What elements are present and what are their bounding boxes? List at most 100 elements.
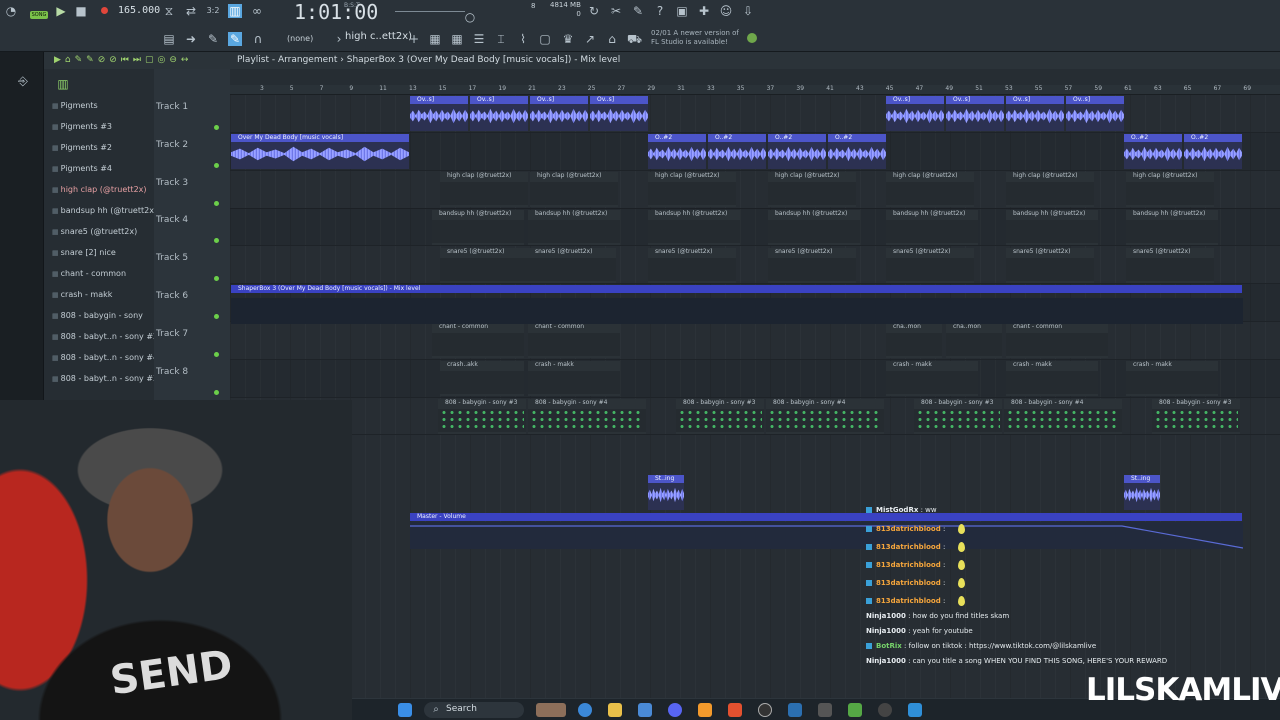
tools-icon[interactable]: ✂ [609, 4, 623, 18]
picker-mode-icon[interactable]: ▥ [56, 77, 70, 91]
news-icon[interactable] [747, 33, 757, 43]
playlist-clip[interactable]: high clap (@truett2x) [768, 172, 856, 207]
playlist-clip[interactable]: Ov..s] [470, 96, 528, 131]
track-name[interactable]: Track 1 [156, 102, 188, 112]
playlist-clip[interactable]: St..ing [648, 475, 684, 510]
track-mute-led[interactable] [214, 389, 219, 395]
playlist-clip[interactable]: snare5 (@truett2x) [440, 248, 528, 283]
playlist-clip[interactable]: chant - common [528, 323, 620, 358]
playlist-clip[interactable]: cha..mon [946, 323, 1002, 358]
folder-icon[interactable] [608, 703, 622, 717]
playlist-clip[interactable]: high clap (@truett2x) [1006, 172, 1094, 207]
playlist-clip[interactable]: chant - common [432, 323, 524, 358]
cart-icon[interactable]: ⛟ [627, 32, 642, 46]
playlist-clip[interactable]: high clap (@truett2x) [440, 172, 528, 207]
picker-item[interactable]: crash - makk [52, 290, 113, 299]
store-icon[interactable] [638, 703, 652, 717]
time-display[interactable]: 1:01:00 [294, 0, 378, 24]
picker-item[interactable]: chant - common [52, 269, 126, 278]
snap-selector[interactable]: (none) [287, 34, 313, 43]
tempo-display[interactable]: 165.000 [118, 5, 160, 16]
playlist-clip[interactable]: high clap (@truett2x) [886, 172, 974, 207]
help-icon[interactable]: ? [653, 4, 667, 18]
picker-item[interactable]: Pigments #4 [52, 164, 112, 173]
track-lane[interactable] [230, 171, 1280, 209]
track-name[interactable]: Track 8 [156, 367, 188, 377]
blend-notes-icon[interactable]: ▥ [228, 4, 242, 18]
track-mute-led[interactable] [214, 200, 219, 206]
picker-item[interactable]: 808 - babyt..n - sony #4 [52, 353, 159, 362]
playlist-clip[interactable]: O..#2 [768, 134, 826, 169]
picker-item[interactable]: Pigments #3 [52, 122, 112, 131]
news-panel[interactable]: 02/01 A newer version of FL Studio is av… [651, 29, 739, 47]
master-pitch-icon[interactable]: ○ [463, 10, 477, 24]
picker-item[interactable]: bandsup hh (@truett2x) [52, 206, 157, 215]
track-mute-led[interactable] [214, 351, 219, 357]
timeline-ruler[interactable]: 3 5 7 9 11 13 15 17 19 21 23 25 27 29 31 33 35 37 39 41 43 45… [230, 85, 1280, 95]
playlist-clip[interactable]: O..#2 [708, 134, 766, 169]
chrome-icon[interactable] [578, 703, 592, 717]
playlist-clip[interactable]: high clap (@truett2x) [1126, 172, 1214, 207]
steam-icon[interactable] [788, 703, 802, 717]
playlist-clip[interactable]: O..#2 [828, 134, 886, 169]
chat-icon[interactable]: ☺ [719, 4, 733, 18]
track-mute-led[interactable] [214, 276, 219, 282]
playlist-clip[interactable]: bandsup hh (@truett2x) [432, 210, 524, 245]
master-volume-slider[interactable] [395, 4, 465, 12]
track-mute-led[interactable] [214, 162, 219, 168]
track-name[interactable]: Track 7 [156, 329, 188, 339]
microphone-icon[interactable]: ✎ [631, 4, 645, 18]
playlist-clip[interactable]: Ov..s] [886, 96, 944, 131]
pattern-selector[interactable]: high c..ett2x) [345, 31, 412, 42]
playlist-clip[interactable]: snare5 (@truett2x) [1006, 248, 1094, 283]
playlist-clip[interactable]: high clap (@truett2x) [530, 172, 618, 207]
playlist-clip[interactable]: Over My Dead Body [music vocals] [231, 134, 409, 169]
picker-item[interactable]: high clap (@truett2x) [52, 185, 147, 194]
tempo-tapper-icon[interactable]: ⌂ [605, 32, 619, 46]
stop-icon[interactable]: ■ [74, 4, 88, 18]
playlist-clip[interactable]: 808 - babygin - sony #3 [1152, 399, 1240, 434]
4k-icon[interactable] [878, 703, 892, 717]
countdown-icon[interactable]: 3:2 [206, 4, 220, 18]
track-lane[interactable] [230, 208, 1280, 247]
playlist-clip[interactable]: crash..akk [440, 361, 524, 396]
playlist-clip[interactable]: chant - common [1006, 323, 1108, 358]
playlist-clip[interactable]: Ov..s] [946, 96, 1004, 131]
playlist-clip[interactable]: crash - makk [1126, 361, 1218, 396]
playlist-clip[interactable]: snare5 (@truett2x) [1126, 248, 1214, 283]
playlist-clip[interactable]: snare5 (@truett2x) [528, 248, 616, 283]
playlist-clip[interactable]: crash - makk [528, 361, 620, 396]
playlist-clip[interactable]: snare5 (@truett2x) [886, 248, 974, 283]
playlist-clip[interactable]: crash - makk [1006, 361, 1098, 396]
playlist-clip[interactable]: bandsup hh (@truett2x) [1006, 210, 1098, 245]
media-icon[interactable] [536, 703, 566, 717]
brave-icon[interactable] [728, 703, 742, 717]
picker-item[interactable]: Pigments [52, 101, 98, 110]
fl-studio-icon[interactable] [698, 703, 712, 717]
record-button[interactable] [101, 7, 108, 14]
project-icon[interactable]: ▢ [538, 32, 552, 46]
refresh-icon[interactable]: ↻ [587, 4, 601, 18]
playlist-clip[interactable]: bandsup hh (@truett2x) [886, 210, 978, 245]
playlist-clip[interactable]: 808 - babygin - sony #4 [1004, 399, 1122, 434]
playlist-clip[interactable]: bandsup hh (@truett2x) [528, 210, 620, 245]
mixer-icon[interactable]: ☰ [472, 32, 486, 46]
channel-rack-icon[interactable]: ▦ [450, 32, 464, 46]
add-pattern-icon[interactable]: + [407, 32, 421, 46]
photos-icon[interactable] [908, 703, 922, 717]
play-icon[interactable]: ▶ [54, 4, 68, 18]
save-icon[interactable]: ▣ [675, 4, 689, 18]
discord-icon[interactable] [668, 703, 682, 717]
playlist-clip[interactable]: bandsup hh (@truett2x) [648, 210, 740, 245]
playlist-clip[interactable]: 808 - babygin - sony #4 [528, 399, 646, 434]
playlist-clip[interactable]: O..#2 [1124, 134, 1182, 169]
browser-toggle-icon[interactable]: ⎆ [16, 74, 30, 88]
track-name[interactable]: Track 4 [156, 215, 188, 225]
track-lane[interactable] [230, 322, 1280, 360]
playlist-clip[interactable]: bandsup hh (@truett2x) [1126, 210, 1218, 245]
playlist-clip[interactable]: Ov..s] [530, 96, 588, 131]
wait-input-icon[interactable]: ⇄ [184, 4, 198, 18]
snap-forward-icon[interactable]: ➜ [184, 32, 198, 46]
loop-record-icon[interactable]: ∞ [250, 4, 264, 18]
song-mode-badge[interactable]: SONG [30, 11, 48, 19]
